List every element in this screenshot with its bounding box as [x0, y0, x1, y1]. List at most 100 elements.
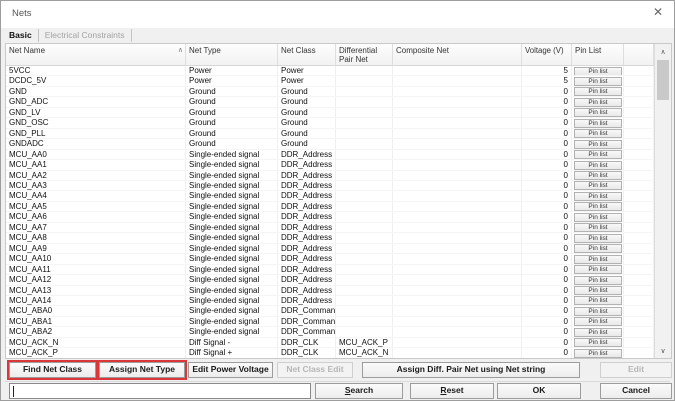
table-row[interactable]: GND_LVGroundGround0Pin list	[6, 108, 654, 118]
pin-list-button[interactable]: Pin list	[574, 202, 622, 211]
edit-power-voltage-button[interactable]: Edit Power Voltage	[188, 362, 273, 378]
cell-composite-net	[393, 118, 522, 127]
table-row[interactable]: MCU_ACK_NDiff Signal -DDR_CLKMCU_ACK_P0P…	[6, 338, 654, 348]
table-row[interactable]: MCU_ABA2Single-ended signalDDR_Command0P…	[6, 327, 654, 337]
column-header-diff-pair-net[interactable]: Differential Pair Net	[336, 44, 393, 65]
cell-spacer	[624, 87, 654, 96]
table-row[interactable]: MCU_AA2Single-ended signalDDR_Address0Pi…	[6, 171, 654, 181]
pin-list-button[interactable]: Pin list	[574, 276, 622, 285]
cell-spacer	[624, 212, 654, 221]
table-row[interactable]: GND_PLLGroundGround0Pin list	[6, 129, 654, 139]
column-header-voltage[interactable]: Voltage (V)	[522, 44, 572, 65]
pin-list-button[interactable]: Pin list	[574, 307, 622, 316]
column-header-pin-list[interactable]: Pin List	[572, 44, 624, 65]
pin-list-button[interactable]: Pin list	[574, 77, 622, 86]
pin-list-button[interactable]: Pin list	[574, 349, 622, 358]
pin-list-button[interactable]: Pin list	[574, 161, 622, 170]
pin-list-button[interactable]: Pin list	[574, 286, 622, 295]
pin-list-button[interactable]: Pin list	[574, 67, 622, 76]
pin-list-button[interactable]: Pin list	[574, 338, 622, 347]
pin-list-button[interactable]: Pin list	[574, 129, 622, 138]
table-row[interactable]: MCU_AA5Single-ended signalDDR_Address0Pi…	[6, 202, 654, 212]
table-row[interactable]: MCU_AA7Single-ended signalDDR_Address0Pi…	[6, 223, 654, 233]
pin-list-button[interactable]: Pin list	[574, 171, 622, 180]
pin-list-button[interactable]: Pin list	[574, 119, 622, 128]
table-row[interactable]: GNDGroundGround0Pin list	[6, 87, 654, 97]
column-header-net-class[interactable]: Net Class	[278, 44, 336, 65]
pin-list-button[interactable]: Pin list	[574, 244, 622, 253]
cell-net-name: MCU_AA11	[6, 265, 186, 274]
table-row[interactable]: MCU_AA9Single-ended signalDDR_Address0Pi…	[6, 244, 654, 254]
close-icon[interactable]: ✕	[653, 6, 663, 18]
scrollbar-up-icon[interactable]: ∧	[655, 44, 671, 59]
pin-list-button[interactable]: Pin list	[574, 87, 622, 96]
table-row[interactable]: MCU_AA4Single-ended signalDDR_Address0Pi…	[6, 191, 654, 201]
table-row[interactable]: MCU_AA0Single-ended signalDDR_Address0Pi…	[6, 150, 654, 160]
table-row[interactable]: MCU_AA8Single-ended signalDDR_Address0Pi…	[6, 233, 654, 243]
table-row[interactable]: DCDC_5VPowerPower5Pin list	[6, 76, 654, 86]
table-row[interactable]: MCU_ACK_PDiff Signal +DDR_CLKMCU_ACK_N0P…	[6, 348, 654, 358]
pin-list-button[interactable]: Pin list	[574, 98, 622, 107]
cell-pin-list: Pin list	[572, 181, 624, 190]
tab-basic[interactable]: Basic	[9, 29, 39, 42]
table-row[interactable]: MCU_ABA1Single-ended signalDDR_Command0P…	[6, 317, 654, 327]
vertical-scrollbar[interactable]: ∧ ∨	[654, 44, 671, 358]
net-class-edit-button: Net Class Edit	[277, 362, 353, 378]
table-row[interactable]: MCU_AA3Single-ended signalDDR_Address0Pi…	[6, 181, 654, 191]
pin-list-button[interactable]: Pin list	[574, 213, 622, 222]
table-row[interactable]: MCU_ABA0Single-ended signalDDR_Command0P…	[6, 306, 654, 316]
cell-net-class: DDR_CLK	[278, 338, 336, 347]
pin-list-button[interactable]: Pin list	[574, 265, 622, 274]
table-row[interactable]: MCU_AA11Single-ended signalDDR_Address0P…	[6, 265, 654, 275]
pin-list-button[interactable]: Pin list	[574, 150, 622, 159]
pin-list-button[interactable]: Pin list	[574, 234, 622, 243]
cell-composite-net	[393, 139, 522, 148]
cell-spacer	[624, 327, 654, 336]
table-row[interactable]: MCU_AA14Single-ended signalDDR_Address0P…	[6, 296, 654, 306]
pin-list-button[interactable]: Pin list	[574, 328, 622, 337]
table-row[interactable]: MCU_AA12Single-ended signalDDR_Address0P…	[6, 275, 654, 285]
cell-composite-net	[393, 233, 522, 242]
table-row[interactable]: MCU_AA6Single-ended signalDDR_Address0Pi…	[6, 212, 654, 222]
cell-net-class: Ground	[278, 97, 336, 106]
table-row[interactable]: GND_OSCGroundGround0Pin list	[6, 118, 654, 128]
table-row[interactable]: MCU_AA10Single-ended signalDDR_Address0P…	[6, 254, 654, 264]
tab-electrical-constraints[interactable]: Electrical Constraints	[45, 29, 132, 42]
cell-net-name: MCU_AA10	[6, 254, 186, 263]
pin-list-button[interactable]: Pin list	[574, 317, 622, 326]
cell-diff-pair-net: MCU_ACK_P	[336, 338, 393, 347]
table-row[interactable]: 5VCCPowerPower5Pin list	[6, 66, 654, 76]
cell-net-class: DDR_CLK	[278, 348, 336, 357]
assign-diff-pair-net-button[interactable]: Assign Diff. Pair Net using Net string	[362, 362, 580, 378]
pin-list-button[interactable]: Pin list	[574, 108, 622, 117]
table-row[interactable]: MCU_AA1Single-ended signalDDR_Address0Pi…	[6, 160, 654, 170]
footer-row: Search Reset OK Cancel	[1, 383, 674, 399]
pin-list-button[interactable]: Pin list	[574, 181, 622, 190]
scrollbar-down-icon[interactable]: ∨	[655, 343, 671, 358]
table-row[interactable]: MCU_AA13Single-ended signalDDR_Address0P…	[6, 286, 654, 296]
column-header-net-name[interactable]: Net Name ∧	[6, 44, 186, 65]
pin-list-button[interactable]: Pin list	[574, 140, 622, 149]
cancel-button[interactable]: Cancel	[600, 383, 672, 399]
cell-pin-list: Pin list	[572, 348, 624, 357]
cell-voltage: 0	[522, 275, 572, 284]
cell-net-class: DDR_Address	[278, 181, 336, 190]
pin-list-button[interactable]: Pin list	[574, 192, 622, 201]
assign-net-type-button[interactable]: Assign Net Type	[99, 362, 185, 378]
cell-spacer	[624, 244, 654, 253]
reset-button[interactable]: Reset	[410, 383, 494, 399]
ok-button[interactable]: OK	[497, 383, 581, 399]
table-row[interactable]: GNDADCGroundGround0Pin list	[6, 139, 654, 149]
pin-list-button[interactable]: Pin list	[574, 223, 622, 232]
column-header-net-type[interactable]: Net Type	[186, 44, 278, 65]
pin-list-button[interactable]: Pin list	[574, 255, 622, 264]
pin-list-button[interactable]: Pin list	[574, 296, 622, 305]
cell-composite-net	[393, 160, 522, 169]
search-button[interactable]: Search	[315, 383, 403, 399]
cell-net-type: Single-ended signal	[186, 275, 278, 284]
find-net-class-button[interactable]: Find Net Class	[9, 362, 96, 378]
column-header-composite-net[interactable]: Composite Net	[393, 44, 522, 65]
table-row[interactable]: GND_ADCGroundGround0Pin list	[6, 97, 654, 107]
search-input[interactable]	[9, 383, 311, 399]
scrollbar-thumb[interactable]	[657, 60, 669, 100]
